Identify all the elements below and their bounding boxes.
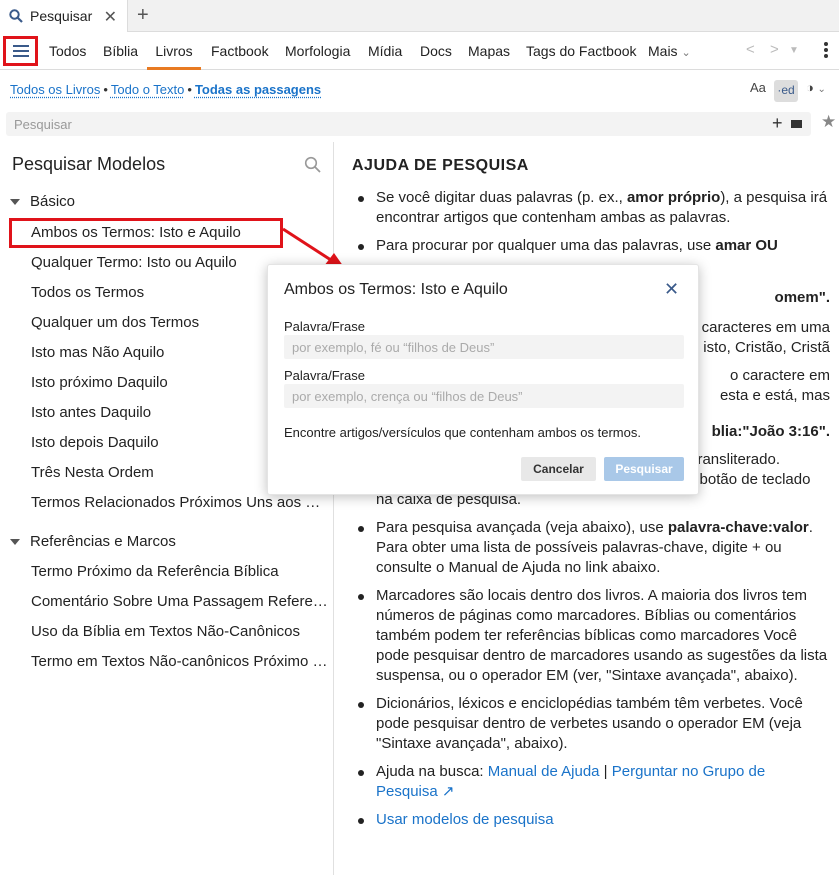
menu-item-mais-label: Mais [648, 43, 678, 59]
contrast-icon[interactable]: ◑ ⌄ [806, 80, 826, 102]
help-item: Para pesquisa avançada (veja abaixo), us… [352, 518, 830, 578]
history-dropdown-icon[interactable]: ▼ [789, 45, 799, 56]
search-box: + [6, 112, 811, 136]
menu-bar: Todos Bíblia Livros Factbook Morfologia … [0, 32, 839, 70]
section-basic[interactable]: Básico [10, 193, 75, 210]
field1-label: Palavra/Frase [284, 319, 365, 334]
menu-item-factbook[interactable]: Factbook [211, 32, 269, 70]
more-options-icon[interactable] [824, 42, 828, 60]
template-item[interactable]: Termo em Textos Não-canônicos Próximo da… [31, 653, 329, 670]
tab-label: Pesquisar [30, 8, 93, 24]
section-references[interactable]: Referências e Marcos [10, 533, 176, 550]
template-dialog: Ambos os Termos: Isto e Aquilo ✕ Palavra… [267, 264, 699, 495]
templates-link[interactable]: Usar modelos de pesquisa [376, 811, 554, 828]
help-item: Se você digitar duas palavras (p. ex., a… [352, 188, 830, 228]
external-link-icon: ↗ [441, 783, 455, 800]
templates-panel: Pesquisar Modelos Básico Ambos os Termos… [0, 142, 334, 875]
help-item: Usar modelos de pesquisa [352, 810, 830, 830]
section-references-label: Referências e Marcos [30, 533, 176, 550]
caret-down-icon [10, 199, 20, 206]
menu-item-morfologia[interactable]: Morfologia [285, 32, 350, 70]
help-item: Ajuda na busca: Manual de Ajuda | Pergun… [352, 762, 830, 802]
dialog-title: Ambos os Termos: Isto e Aquilo [284, 281, 508, 298]
star-icon[interactable]: ★ [821, 112, 836, 132]
back-arrow-icon[interactable]: < [746, 41, 755, 58]
dialog-note: Encontre artigos/versículos que contenha… [284, 425, 641, 440]
help-item: Marcadores são locais dentro dos livros.… [352, 586, 830, 686]
templates-title: Pesquisar Modelos [12, 154, 166, 174]
menu-item-mapas[interactable]: Mapas [468, 32, 510, 70]
menu-item-livros[interactable]: Livros [147, 32, 201, 70]
menu-item-tags-factbook[interactable]: Tags do Factbook [526, 32, 637, 70]
help-manual-link[interactable]: Manual de Ajuda [488, 763, 600, 780]
cancel-button[interactable]: Cancelar [521, 457, 596, 481]
plus-icon[interactable]: + [137, 4, 149, 26]
template-item[interactable]: Termos Relacionados Próximos Uns aos Out… [31, 494, 329, 511]
menu-item-mais[interactable]: Mais ⌄ [648, 32, 691, 70]
menu-item-midia[interactable]: Mídia [368, 32, 402, 70]
search-input[interactable] [6, 112, 746, 136]
template-item[interactable]: Ambos os Termos: Isto e Aquilo [9, 218, 283, 248]
breadcrumb-books[interactable]: Todos os Livros [10, 82, 100, 97]
hamburger-menu-icon[interactable] [3, 36, 38, 66]
search-icon[interactable] [304, 156, 321, 173]
menu-item-docs[interactable]: Docs [420, 32, 452, 70]
search-icon [9, 9, 23, 23]
menu-item-biblia[interactable]: Bíblia [103, 32, 138, 70]
breadcrumb-passages[interactable]: Todas as passagens [195, 82, 321, 97]
term1-input[interactable] [284, 335, 684, 359]
breadcrumb-separator: • [103, 82, 108, 97]
tab-strip: Pesquisar ✕ + [0, 0, 839, 32]
chevron-down-icon: ⌄ [681, 47, 691, 59]
add-icon[interactable]: + [772, 113, 783, 133]
tab-search[interactable]: Pesquisar ✕ [0, 0, 128, 32]
template-item[interactable]: Uso da Bíblia em Textos Não-Canônicos [31, 623, 329, 640]
help-item: Dicionários, léxicos e enciclopédias tam… [352, 694, 830, 754]
breadcrumb-text[interactable]: Todo o Texto [111, 82, 184, 97]
breadcrumb: Todos os Livros • Todo o Texto • Todas as pa… [10, 82, 321, 97]
field2-label: Palavra/Frase [284, 368, 365, 383]
edit-mode-button[interactable]: ·ed [774, 80, 798, 102]
help-title: AJUDA DE PESQUISA [352, 157, 529, 174]
term2-input[interactable] [284, 384, 684, 408]
section-basic-label: Básico [30, 193, 76, 210]
close-icon[interactable]: ✕ [664, 280, 679, 298]
search-button[interactable]: Pesquisar [604, 457, 684, 481]
keyboard-icon[interactable] [791, 120, 802, 128]
forward-arrow-icon[interactable]: > [770, 41, 779, 58]
close-icon[interactable]: ✕ [104, 7, 117, 27]
template-item[interactable]: Termo Próximo da Referência Bíblica [31, 563, 329, 580]
template-item[interactable]: Comentário Sobre Uma Passagem Referencia… [31, 593, 329, 610]
menu-item-todos[interactable]: Todos [49, 32, 86, 70]
breadcrumb-separator: • [187, 82, 192, 97]
caret-down-icon [10, 539, 20, 546]
help-panel: AJUDA DE PESQUISA Se você digitar duas p… [335, 142, 839, 875]
font-size-button[interactable]: Aa [750, 80, 766, 102]
